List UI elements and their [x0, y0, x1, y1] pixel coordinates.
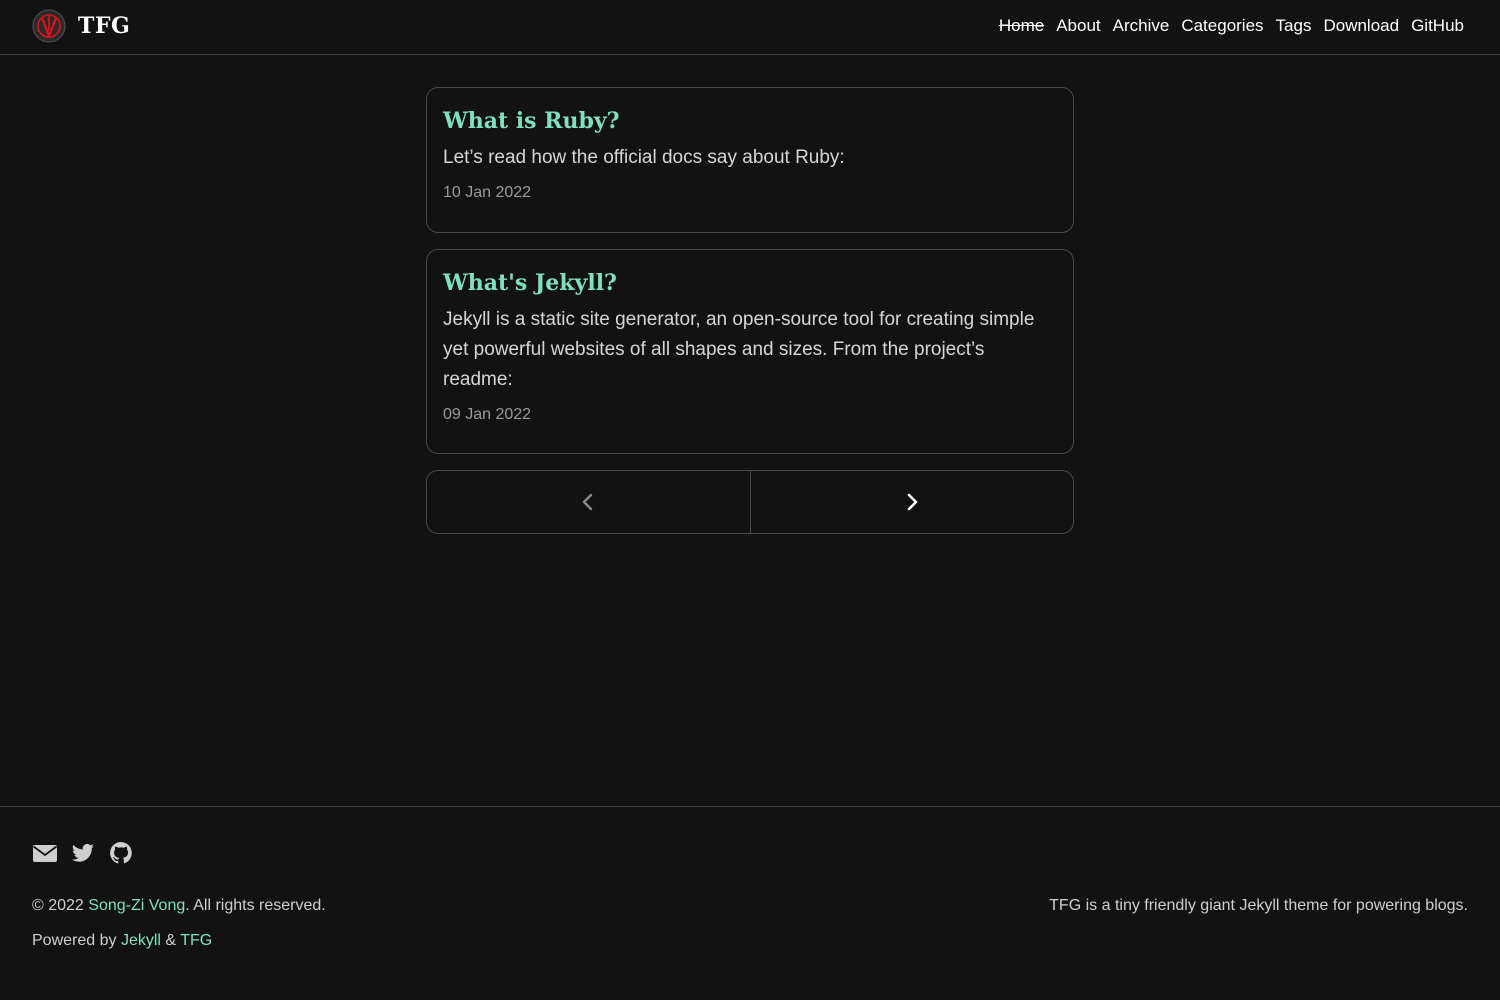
author-link[interactable]: Song-Zi Vong: [88, 897, 185, 914]
nav-home[interactable]: Home: [999, 15, 1044, 37]
nav-categories[interactable]: Categories: [1181, 15, 1263, 37]
post-card: What is Ruby? Let’s read how the officia…: [426, 87, 1074, 233]
post-excerpt: Jekyll is a static site generator, an op…: [443, 309, 1035, 390]
post-title-link[interactable]: What is Ruby?: [443, 104, 1057, 138]
nav-archive[interactable]: Archive: [1113, 15, 1170, 37]
powered-by-text: Powered by Jekyll & TFG: [32, 932, 213, 949]
twitter-link[interactable]: [70, 841, 96, 865]
post-excerpt: Let’s read how the official docs say abo…: [443, 147, 845, 168]
post-title-link[interactable]: What's Jekyll?: [443, 266, 1057, 300]
tagline: TFG is a tiny friendly giant Jekyll them…: [1049, 897, 1468, 914]
logo-icon: [32, 9, 66, 43]
tfg-link[interactable]: TFG: [180, 932, 212, 949]
pagination: [426, 470, 1074, 534]
post-card: What's Jekyll? Jekyll is a static site g…: [426, 249, 1074, 454]
jekyll-link[interactable]: Jekyll: [121, 932, 161, 949]
previous-page-button[interactable]: [427, 471, 750, 533]
post-date: 10 Jan 2022: [443, 184, 532, 201]
copyright-text: © 2022 Song-Zi Vong. All rights reserved…: [32, 897, 326, 914]
nav-about[interactable]: About: [1056, 15, 1100, 37]
brand-link[interactable]: TFG: [32, 8, 130, 44]
nav-download[interactable]: Download: [1323, 15, 1399, 37]
twitter-icon: [72, 843, 94, 862]
email-link[interactable]: [32, 841, 58, 865]
main-nav: Home About Archive Categories Tags Downl…: [999, 15, 1464, 37]
nav-tags[interactable]: Tags: [1276, 15, 1312, 37]
github-link[interactable]: [108, 841, 134, 865]
social-links: [32, 841, 134, 865]
post-date: 09 Jan 2022: [443, 406, 532, 423]
chevron-left-icon: [583, 493, 593, 511]
brand-name: TFG: [78, 13, 131, 39]
site-header: TFG Home About Archive Categories Tags D…: [0, 0, 1500, 55]
next-page-button[interactable]: [749, 471, 1074, 533]
github-icon: [110, 842, 132, 864]
chevron-right-icon: [907, 493, 918, 511]
envelope-icon: [32, 845, 58, 862]
nav-github[interactable]: GitHub: [1411, 15, 1464, 37]
site-footer: © 2022 Song-Zi Vong. All rights reserved…: [0, 806, 1500, 1000]
